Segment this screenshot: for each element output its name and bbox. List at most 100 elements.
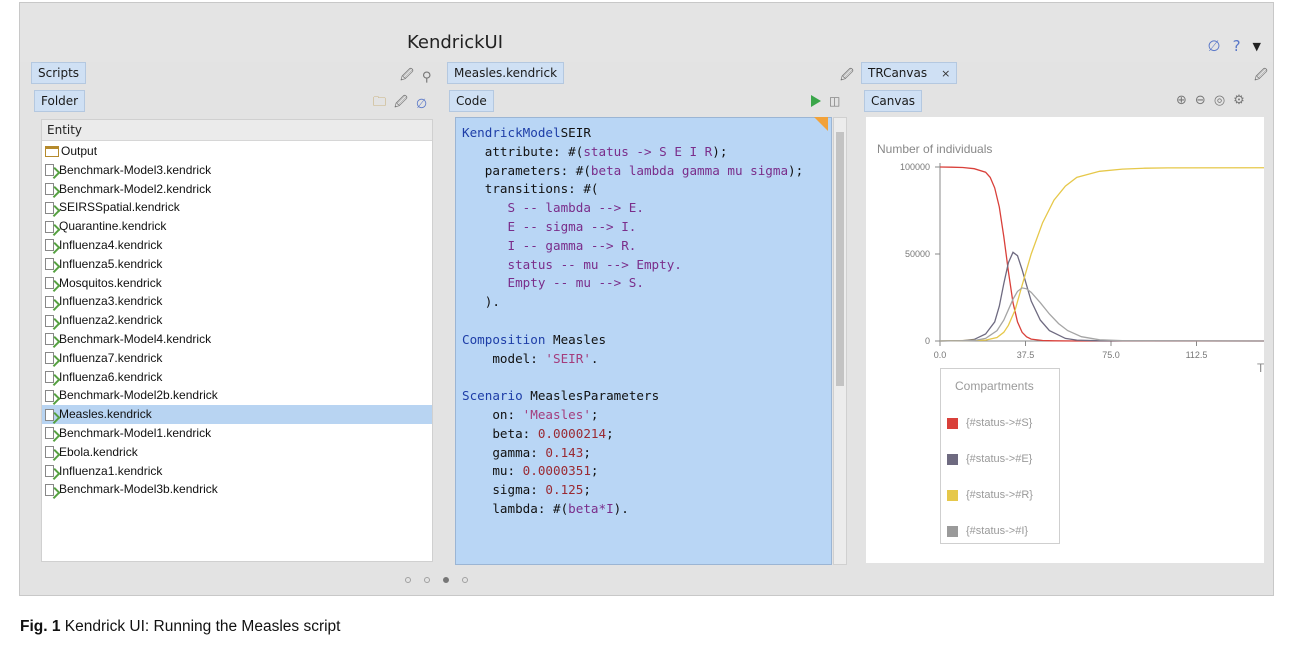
code-token: sigma: xyxy=(462,482,546,498)
code-token: 'SEIR' xyxy=(545,350,591,366)
file-item[interactable]: Benchmark-Model3.kendrick xyxy=(42,161,432,180)
code-line: transitions: #( xyxy=(462,180,831,199)
save-icon[interactable]: ◫ xyxy=(829,94,840,108)
file-item[interactable]: Benchmark-Model1.kendrick xyxy=(42,424,432,443)
file-item[interactable]: Influenza4.kendrick xyxy=(42,236,432,255)
file-item[interactable]: Influenza7.kendrick xyxy=(42,349,432,368)
page-dot[interactable] xyxy=(424,577,430,583)
canvas-tabbar: TRCanvas × xyxy=(861,61,958,85)
series-line xyxy=(939,287,1283,342)
folder-icon xyxy=(45,145,59,157)
edit-doc-icon[interactable]: 🖉 xyxy=(400,66,414,88)
entity-column-header: Entity xyxy=(42,120,432,141)
script-file-icon xyxy=(45,276,54,289)
file-item[interactable]: Ebola.kendrick xyxy=(42,443,432,462)
file-item[interactable]: Influenza5.kendrick xyxy=(42,255,432,274)
tab-folder[interactable]: Folder xyxy=(34,90,86,112)
zoom-in-icon[interactable]: ⊕ xyxy=(1176,93,1187,108)
code-line: ). xyxy=(462,293,831,312)
script-file-icon xyxy=(45,258,54,271)
x-tick-label: 112.5 xyxy=(1186,350,1208,360)
code-token: SEIR xyxy=(560,125,591,140)
code-token: ; xyxy=(583,482,591,498)
legend-label: {#status->#R} xyxy=(966,489,1033,501)
script-file-icon xyxy=(45,220,54,233)
script-file-icon xyxy=(45,446,54,459)
page-indicator xyxy=(405,577,468,583)
help-icon[interactable]: ? xyxy=(1233,37,1241,55)
file-browser: Entity Output Benchmark-Model3.kendrick Be… xyxy=(41,119,433,562)
tab-trcanvas[interactable]: TRCanvas × xyxy=(861,62,958,84)
code-text[interactable]: KendrickModelSEIR attribute: #(status ->… xyxy=(456,118,831,519)
file-item[interactable]: Benchmark-Model2.kendrick xyxy=(42,180,432,199)
file-item[interactable]: Mosquitos.kendrick xyxy=(42,274,432,293)
code-token: S -- lambda --> E. xyxy=(462,200,644,216)
script-file-icon xyxy=(45,295,54,308)
file-item[interactable]: Influenza3.kendrick xyxy=(42,292,432,311)
code-token: status -- mu --> Empty. xyxy=(462,256,682,272)
file-item[interactable]: Benchmark-Model4.kendrick xyxy=(42,330,432,349)
edit-doc-icon[interactable]: 🖉 xyxy=(840,66,854,88)
zoom-out-icon[interactable]: ⊖ xyxy=(1195,93,1206,108)
code-token: . xyxy=(590,350,599,366)
file-item-label: Influenza3.kendrick xyxy=(59,294,163,309)
zoom-tools: ⊕ ⊖ ◎ ⚙ xyxy=(1176,93,1245,108)
settings-icon[interactable]: ⚙ xyxy=(1233,93,1245,108)
file-item[interactable]: Influenza2.kendrick xyxy=(42,311,432,330)
code-token: 0.143 xyxy=(545,444,584,460)
folder-tools: 🗀 🖉 ∅ xyxy=(373,93,427,115)
code-token: 'Measles' xyxy=(522,406,591,422)
file-item[interactable]: Influenza6.kendrick xyxy=(42,368,432,387)
zoom-reset-icon[interactable]: ◎ xyxy=(1214,93,1225,108)
file-item[interactable]: Benchmark-Model3b.kendrick xyxy=(42,480,432,499)
script-file-icon xyxy=(45,164,54,177)
file-item-selected[interactable]: Measles.kendrick xyxy=(42,405,432,424)
app-title: KendrickUI xyxy=(406,32,504,53)
legend-item: {#status->#E} xyxy=(947,453,1032,465)
script-file-icon xyxy=(45,182,54,195)
page-dot[interactable] xyxy=(462,577,468,583)
code-token: ; xyxy=(590,406,599,422)
file-item[interactable]: Quarantine.kendrick xyxy=(42,217,432,236)
file-item[interactable]: Benchmark-Model2b.kendrick xyxy=(42,386,432,405)
chevron-down-icon[interactable]: ▼ xyxy=(1253,40,1261,53)
tab-measles-kendrick[interactable]: Measles.kendrick xyxy=(447,62,565,84)
file-item-label: Influenza5.kendrick xyxy=(59,256,163,271)
code-token: beta*I xyxy=(568,500,614,516)
code-editor[interactable]: KendrickModelSEIR attribute: #(status ->… xyxy=(455,117,832,565)
code-token: lambda: #( xyxy=(462,500,569,516)
folder-icon[interactable]: 🗀 xyxy=(373,93,386,115)
code-scrollbar[interactable] xyxy=(833,117,847,565)
file-item[interactable]: Output xyxy=(42,142,432,161)
tab-scripts[interactable]: Scripts xyxy=(31,62,87,84)
code-token: parameters: #( xyxy=(462,162,591,178)
modified-marker xyxy=(814,117,828,131)
edit-doc-icon[interactable]: 🖉 xyxy=(394,93,408,115)
code-token: mu: xyxy=(462,463,523,479)
search-icon[interactable]: ⚲ xyxy=(422,70,432,85)
code-token: 0.125 xyxy=(545,482,584,498)
edit-doc-icon[interactable]: 🖉 xyxy=(1254,66,1268,88)
page-dot-active[interactable] xyxy=(443,577,449,583)
scrollbar-thumb[interactable] xyxy=(836,132,844,386)
code-line: Composition Measles xyxy=(462,331,831,350)
script-file-icon xyxy=(45,370,54,383)
run-icon[interactable] xyxy=(811,95,821,107)
code-line: E -- sigma --> I. xyxy=(462,218,831,237)
code-line: KendrickModelSEIR xyxy=(462,124,831,143)
page-dot[interactable] xyxy=(405,577,411,583)
refresh-icon[interactable]: ∅ xyxy=(1207,37,1220,55)
file-item[interactable]: Influenza1.kendrick xyxy=(42,462,432,481)
tab-canvas[interactable]: Canvas xyxy=(864,90,923,112)
script-file-icon xyxy=(45,483,54,496)
code-line: I -- gamma --> R. xyxy=(462,237,831,256)
refresh-icon[interactable]: ∅ xyxy=(416,97,427,112)
script-file-icon xyxy=(45,201,54,214)
file-item-label: Benchmark-Model2.kendrick xyxy=(59,181,212,196)
close-icon[interactable]: × xyxy=(941,67,950,80)
editor-tools: 🖉 xyxy=(840,66,854,88)
file-item[interactable]: SEIRSSpatial.kendrick xyxy=(42,198,432,217)
tab-code[interactable]: Code xyxy=(449,90,494,112)
script-file-icon xyxy=(45,239,54,252)
script-file-icon xyxy=(45,352,54,365)
